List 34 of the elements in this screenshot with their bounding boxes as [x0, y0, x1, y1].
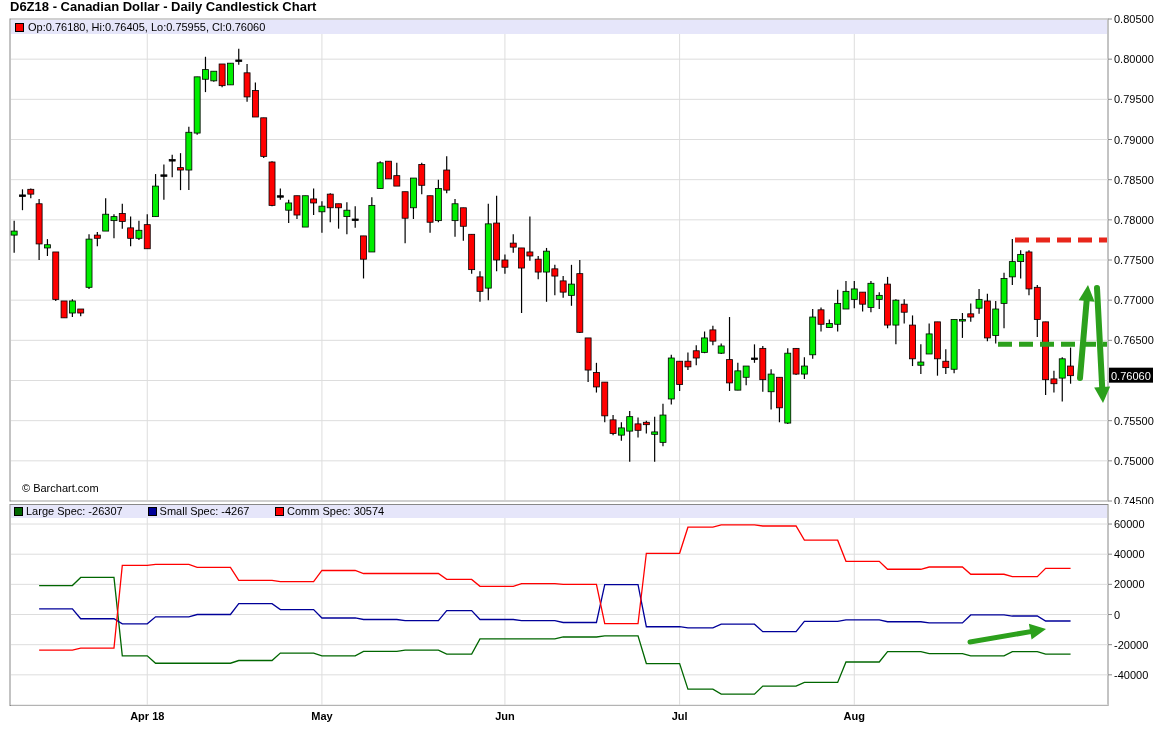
axis-label: 0.80000: [1114, 53, 1154, 66]
legend-swatch: [147, 507, 157, 516]
axis-label: Aug: [843, 710, 865, 722]
axis-label: 0.77000: [1114, 294, 1154, 307]
price-tag: 0.76060: [1109, 367, 1153, 383]
axis-label: 0.78000: [1114, 213, 1154, 226]
axis-label: 0.79000: [1114, 133, 1154, 146]
axis-label: 0.75500: [1114, 414, 1154, 427]
legend-label: Large Spec: -26307: [26, 505, 123, 518]
axis-label: -20000: [1114, 638, 1149, 651]
axis-label: 20000: [1114, 578, 1145, 591]
axis-label: 0.78500: [1114, 173, 1154, 186]
axis-label: -40000: [1114, 668, 1149, 681]
axis-label: Jul: [671, 710, 688, 722]
axis-label: 0.80500: [1114, 14, 1154, 25]
axis-label: May: [311, 710, 333, 722]
candlestick: [10, 220, 18, 254]
axis-label: 0.77500: [1114, 254, 1154, 266]
legend-swatch: [14, 507, 23, 516]
axis-label: 0.76500: [1114, 334, 1154, 347]
axis-label: 0: [1114, 608, 1121, 621]
legend-label: Small Spec: -4267: [159, 505, 250, 518]
legend-swatch: [15, 22, 24, 32]
axis-label: 0.75000: [1114, 454, 1154, 467]
axis-label: Apr 18: [130, 710, 165, 722]
legend-swatch: [275, 507, 284, 516]
axis-label: 60000: [1114, 518, 1145, 531]
chart-title: D6Z18 - Canadian Dollar - Daily Candlestick Chart: [9, 0, 318, 14]
credit-text: © Barchart.com: [22, 482, 99, 494]
legend-label: Comm Spec: 30574: [287, 505, 385, 518]
axis-label: 40000: [1114, 548, 1145, 561]
axis-label: Jun: [495, 710, 515, 722]
axis-label: 0.79500: [1114, 93, 1154, 106]
ohlc-legend: Op:0.76180, Hi:0.76405, Lo:0.75955, Cl:0.76060: [28, 21, 266, 33]
